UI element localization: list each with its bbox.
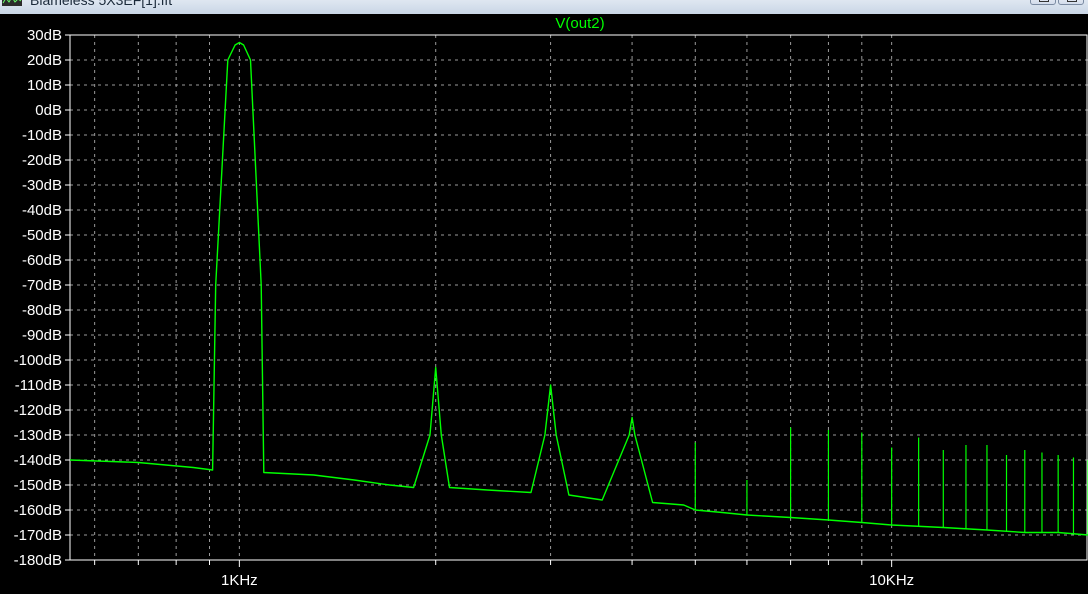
y-tick-label: 10dB [27, 77, 62, 94]
y-tick-label: -20dB [22, 152, 62, 169]
y-tick-label: 0dB [35, 102, 62, 119]
y-tick-label: -80dB [22, 302, 62, 319]
y-tick-label: -10dB [22, 127, 62, 144]
y-tick-label: -40dB [22, 202, 62, 219]
y-tick-label: -100dB [14, 352, 62, 369]
y-tick-label: -50dB [22, 227, 62, 244]
x-tick-label: 1KHz [221, 572, 258, 589]
y-tick-label: -150dB [14, 477, 62, 494]
y-tick-label: -30dB [22, 177, 62, 194]
fft-chart[interactable]: 30dB 20dB 10dB 0dB -10dB -20dB -30dB -40dB -50dB… [0, 0, 1088, 594]
trace-layer [69, 41, 1088, 536]
y-tick-label: -110dB [15, 377, 62, 394]
y-tick-label: -70dB [22, 277, 62, 294]
plot-frame [69, 34, 1088, 561]
y-tick-label: -130dB [14, 427, 62, 444]
y-tick-label: 30dB [27, 27, 62, 44]
y-tick-label: -140dB [14, 452, 62, 469]
y-axis-layer: 30dB 20dB 10dB 0dB -10dB -20dB -30dB -40dB -50dB… [14, 27, 70, 569]
y-tick-label: 20dB [27, 52, 62, 69]
y-tick-label: -170dB [14, 527, 62, 544]
plot-frame-layer [69, 34, 1088, 561]
y-tick-label: -120dB [14, 402, 62, 419]
y-tick-label: -90dB [22, 327, 62, 344]
grid-layer [70, 35, 1088, 560]
trace-v-out2 [69, 41, 1088, 536]
x-tick-label: 10KHz [869, 572, 914, 589]
y-tick-label: -180dB [14, 552, 62, 569]
y-tick-label: -160dB [14, 502, 62, 519]
x-axis-layer: 1KHz 10KHz [94, 560, 914, 589]
y-tick-label: -60dB [22, 252, 62, 269]
